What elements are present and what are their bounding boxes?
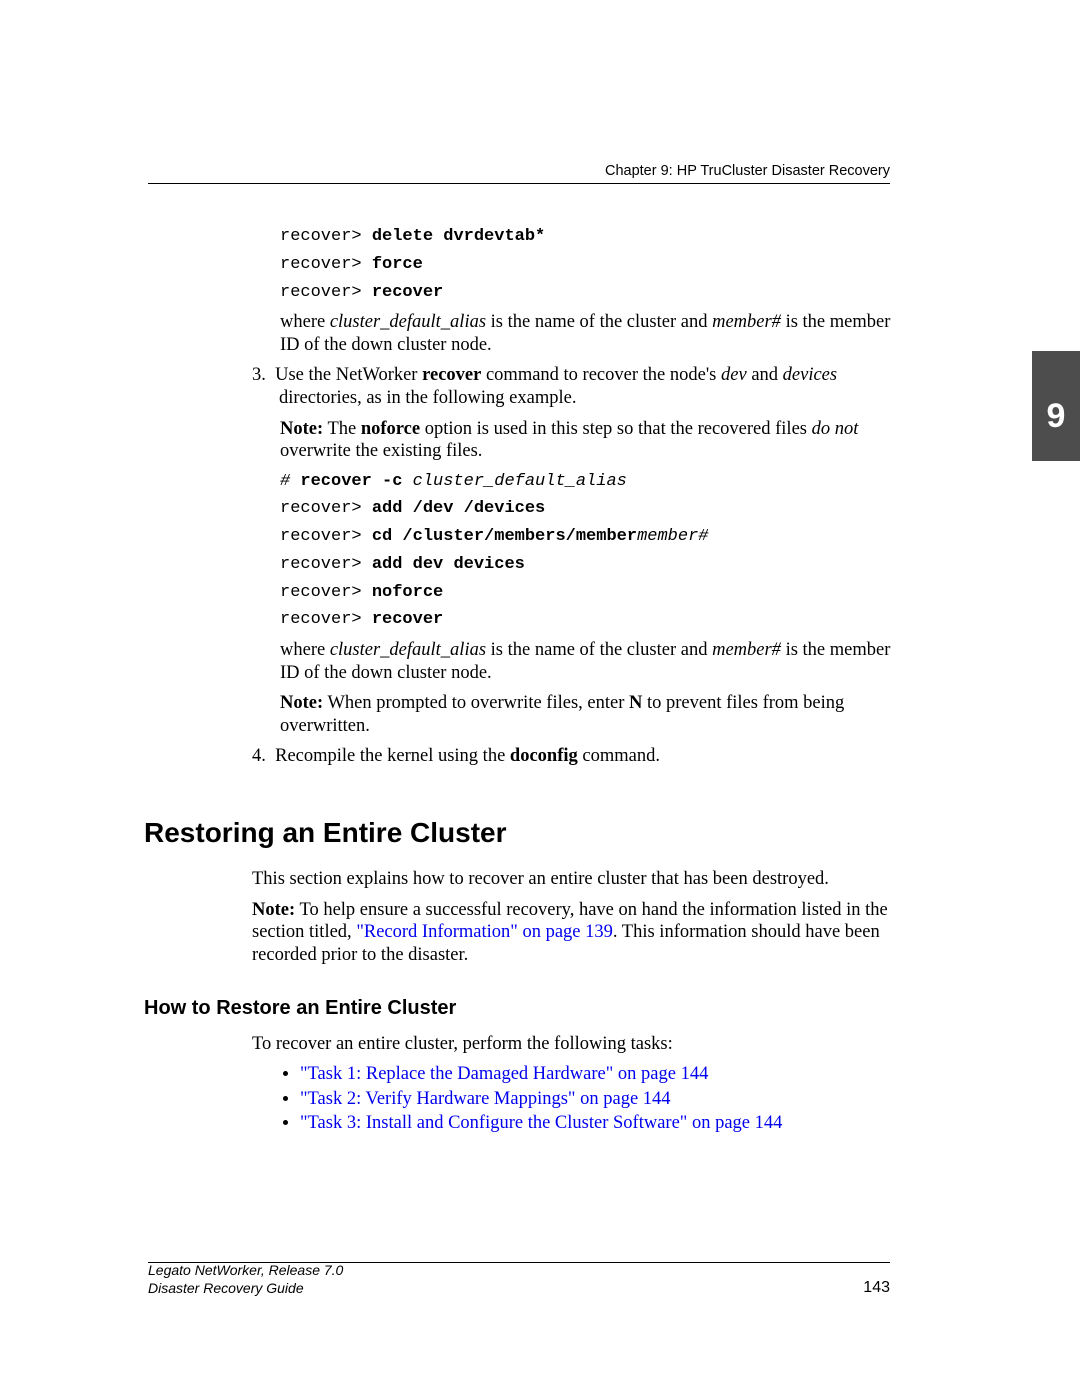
heading-how-to: How to Restore an Entire Cluster <box>144 996 892 1020</box>
task-item: "Task 3: Install and Configure the Clust… <box>300 1112 892 1135</box>
text: The <box>323 419 361 439</box>
text: overwrite the existing files. <box>280 441 482 461</box>
step-4: 4. Recompile the kernel using the doconf… <box>252 745 892 768</box>
chapter-tab: 9 <box>1032 351 1080 461</box>
header-rule <box>148 183 890 184</box>
note-label: Note: <box>252 900 295 920</box>
code-cmd: add dev devices <box>362 555 525 574</box>
where-paragraph-1: where cluster_default_alias is the name … <box>280 311 892 356</box>
command-name: doconfig <box>510 746 578 766</box>
task-item: "Task 1: Replace the Damaged Hardware" o… <box>300 1063 892 1086</box>
where-paragraph-2: where cluster_default_alias is the name … <box>280 639 892 684</box>
task-link-2[interactable]: "Task 2: Verify Hardware Mappings" on pa… <box>300 1089 671 1109</box>
variable: cluster_default_alias <box>330 312 486 332</box>
code-arg: member# <box>637 527 708 546</box>
note-label: Note: <box>280 693 323 713</box>
step-3: 3. Use the NetWorker recover command to … <box>252 364 892 409</box>
page-number: 143 <box>863 1279 890 1297</box>
text: and <box>747 365 783 385</box>
note-1: Note: The noforce option is used in this… <box>280 418 892 463</box>
code-prompt: recover> <box>280 583 362 602</box>
text: option is used in this step so that the … <box>420 419 812 439</box>
code-prompt: recover> <box>280 610 362 629</box>
variable: cluster_default_alias <box>330 640 486 660</box>
code-cmd: cd /cluster/members/member <box>362 527 637 546</box>
cross-ref-link[interactable]: "Record Information" on page 139 <box>356 922 613 942</box>
text: where <box>280 640 330 660</box>
code-prompt: recover> <box>280 283 362 302</box>
dir-name: dev <box>721 365 747 385</box>
text: directories, as in the following example… <box>279 388 576 408</box>
note-label: Note: <box>280 419 323 439</box>
emphasis: do not <box>812 419 859 439</box>
page: Chapter 9: HP TruCluster Disaster Recove… <box>0 0 1080 1397</box>
key-name: N <box>629 693 642 713</box>
step-number: 3. <box>252 365 266 385</box>
section-intro: This section explains how to recover an … <box>252 868 892 891</box>
task-link-1[interactable]: "Task 1: Replace the Damaged Hardware" o… <box>300 1064 708 1084</box>
code-cmd: recover <box>362 283 444 302</box>
code-prompt: recover> <box>280 499 362 518</box>
task-item: "Task 2: Verify Hardware Mappings" on pa… <box>300 1088 892 1111</box>
code-cmd: recover <box>362 610 444 629</box>
heading-restoring: Restoring an Entire Cluster <box>144 816 892 850</box>
note-2: Note: When prompted to overwrite files, … <box>280 692 892 737</box>
code-prompt: recover> <box>280 555 362 574</box>
code-cmd: noforce <box>362 583 444 602</box>
code-cmd: delete dvrdevtab* <box>362 227 546 246</box>
step-number: 4. <box>252 746 266 766</box>
note-3: Note: To help ensure a successful recove… <box>252 899 892 967</box>
tasks-intro: To recover an entire cluster, perform th… <box>252 1033 892 1056</box>
text: command. <box>578 746 660 766</box>
code-cmd: recover -c <box>290 472 402 491</box>
text: is the name of the cluster and <box>486 312 712 332</box>
code-prompt: recover> <box>280 527 362 546</box>
code-prompt: recover> <box>280 227 362 246</box>
footer-product: Legato NetWorker, Release 7.0 <box>148 1262 343 1280</box>
code-block-1: recover> delete dvrdevtab* recover> forc… <box>280 226 892 303</box>
text: Use the NetWorker <box>275 365 422 385</box>
dir-name: devices <box>783 365 837 385</box>
code-block-2: # recover -c cluster_default_alias recov… <box>280 471 892 632</box>
body-content: recover> delete dvrdevtab* recover> forc… <box>252 220 892 1137</box>
text: is the name of the cluster and <box>486 640 712 660</box>
footer-left: Legato NetWorker, Release 7.0 Disaster R… <box>148 1262 343 1297</box>
code-cmd: force <box>362 255 423 274</box>
code-cmd: add /dev /devices <box>362 499 546 518</box>
running-header: Chapter 9: HP TruCluster Disaster Recove… <box>605 163 890 179</box>
option-name: noforce <box>361 419 420 439</box>
footer-doc-title: Disaster Recovery Guide <box>148 1280 343 1298</box>
code-prompt: recover> <box>280 255 362 274</box>
command-name: recover <box>422 365 481 385</box>
chapter-number: 9 <box>1047 397 1066 436</box>
text: command to recover the node's <box>481 365 721 385</box>
text: When prompted to overwrite files, enter <box>323 693 629 713</box>
variable: member# <box>712 640 781 660</box>
variable: member# <box>712 312 781 332</box>
code-prompt: # <box>280 472 290 491</box>
task-list: "Task 1: Replace the Damaged Hardware" o… <box>280 1063 892 1135</box>
code-arg: cluster_default_alias <box>402 472 626 491</box>
text: where <box>280 312 330 332</box>
task-link-3[interactable]: "Task 3: Install and Configure the Clust… <box>300 1113 782 1133</box>
text: Recompile the kernel using the <box>275 746 510 766</box>
